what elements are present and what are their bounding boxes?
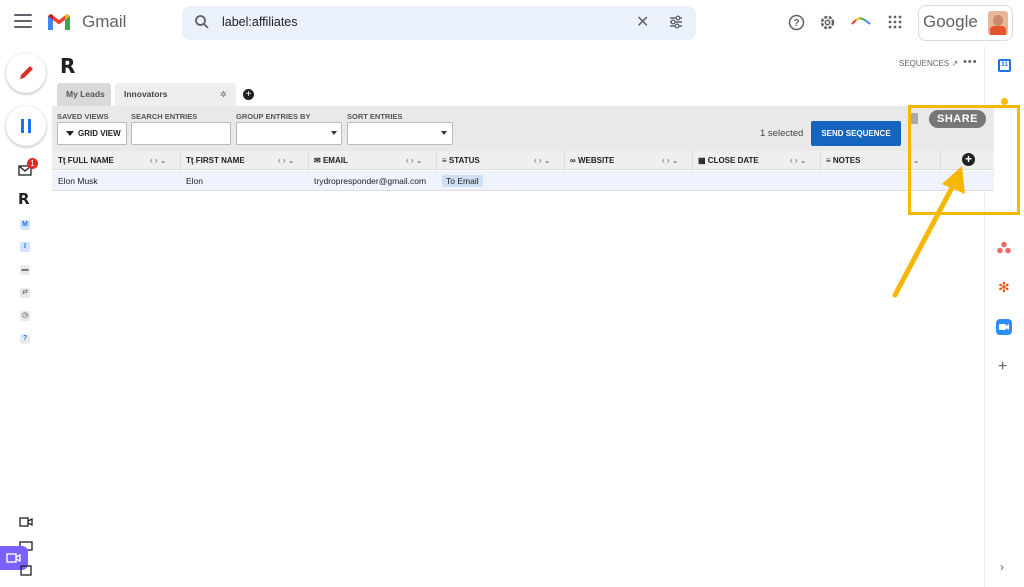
search-icon[interactable] <box>194 14 210 30</box>
sort-entries-label: SORT ENTRIES <box>347 112 403 121</box>
main-menu-icon[interactable] <box>14 14 32 28</box>
cell-full-name[interactable]: Elon Musk <box>52 171 180 191</box>
keep-icon[interactable] <box>1001 98 1008 105</box>
link-field-icon: ∞ <box>570 156 576 165</box>
column-label: NOTES <box>832 156 861 165</box>
pause-icon <box>21 119 31 133</box>
calendar-icon[interactable]: 31 <box>998 59 1011 72</box>
gear-icon[interactable] <box>819 14 836 31</box>
column-arrows-icon[interactable]: ‹ › ⌄ <box>790 151 806 170</box>
search-input[interactable]: label:affiliates <box>222 15 298 29</box>
caret-down-icon <box>441 131 447 135</box>
video-icon[interactable] <box>19 516 33 528</box>
sort-entries-select[interactable] <box>347 122 453 145</box>
column-arrows-icon[interactable]: ‹ › ⌄ <box>534 151 550 170</box>
zoom-camera-icon <box>999 324 1009 330</box>
google-wordmark: Google <box>923 12 978 31</box>
unread-badge: 1 <box>27 158 38 169</box>
clear-search-icon[interactable]: ✕ <box>636 12 649 32</box>
saved-views-label: SAVED VIEWS <box>57 112 109 121</box>
column-close-date[interactable]: ▦ CLOSE DATE ‹ › ⌄ <box>692 151 820 170</box>
pipeline-extension-icon[interactable] <box>851 16 871 26</box>
column-label: CLOSE DATE <box>707 156 759 165</box>
column-label: STATUS <box>448 156 480 165</box>
notes-field-icon: ≡ <box>826 156 831 165</box>
column-full-name[interactable]: Tţ FULL NAME ‹ › ⌄ <box>52 151 180 170</box>
text-field-icon: Tţ <box>186 156 194 165</box>
svg-text:?: ? <box>793 18 799 29</box>
column-label: EMAIL <box>322 156 348 165</box>
zapier-icon[interactable]: ✻ <box>998 280 1010 294</box>
caret-down-icon <box>331 131 337 135</box>
more-options-icon[interactable]: ••• <box>963 56 978 68</box>
group-entries-label: GROUP ENTRIES BY <box>236 112 311 121</box>
text-field-icon: Tţ <box>58 156 66 165</box>
tab-my-leads[interactable]: My Leads <box>57 83 111 106</box>
calendar-field-icon: ▦ <box>698 156 706 165</box>
sequences-link[interactable]: SEQUENCES ↗ <box>899 59 958 68</box>
chat-icon[interactable] <box>19 564 33 576</box>
column-arrows-icon[interactable]: ‹ › ⌄ <box>150 151 166 170</box>
avatar[interactable] <box>988 11 1008 35</box>
extension-brand-logo: R <box>60 54 76 78</box>
annotation-arrow-icon <box>892 166 965 298</box>
column-label: WEBSITE <box>577 156 615 165</box>
add-addon-icon[interactable]: + <box>998 359 1007 375</box>
add-tab-icon[interactable]: + <box>243 89 254 100</box>
column-arrows-icon[interactable]: ‹ › ⌄ <box>278 151 294 170</box>
m-label-icon[interactable]: M <box>20 220 30 230</box>
column-label: FIRST NAME <box>195 156 245 165</box>
column-label: FULL NAME <box>67 156 114 165</box>
compose-button[interactable] <box>6 53 46 93</box>
extension-logo-icon[interactable]: R <box>18 190 30 208</box>
email-field-icon: ✉ <box>314 156 321 165</box>
cell-website[interactable] <box>564 171 692 191</box>
column-first-name[interactable]: Tţ FIRST NAME ‹ › ⌄ <box>180 151 308 170</box>
caret-down-icon <box>66 131 74 136</box>
cell-close-date[interactable] <box>692 171 820 191</box>
apps-grid-icon[interactable] <box>888 15 902 29</box>
cell-status[interactable]: To Email <box>436 171 564 191</box>
help-circle-icon[interactable]: ? <box>20 334 30 344</box>
selected-count: 1 selected <box>760 128 804 139</box>
send-sequence-button[interactable]: SEND SEQUENCE <box>811 121 901 146</box>
column-arrows-icon[interactable]: ‹ › ⌄ <box>406 151 422 170</box>
tab-settings-icon[interactable]: ✲ <box>220 90 227 99</box>
zoom-icon[interactable] <box>996 319 1012 335</box>
search-entries-label: SEARCH ENTRIES <box>131 112 198 121</box>
expand-panel-icon[interactable]: › <box>1000 560 1004 574</box>
sync-icon[interactable]: ⇄ <box>20 288 30 298</box>
asana-icon[interactable] <box>997 241 1011 254</box>
search-entries-input[interactable] <box>131 122 231 145</box>
label-icon[interactable]: ▬ <box>20 265 30 275</box>
gmail-logo-icon[interactable] <box>46 12 72 32</box>
column-status[interactable]: ≡ STATUS ‹ › ⌄ <box>436 151 564 170</box>
clock-icon[interactable]: ◷ <box>20 311 30 321</box>
column-arrows-icon[interactable]: ‹ › ⌄ <box>662 151 678 170</box>
list-field-icon: ≡ <box>442 156 447 165</box>
pencil-icon <box>20 66 33 79</box>
status-badge: To Email <box>442 175 483 187</box>
i-label-icon[interactable]: I <box>20 242 30 252</box>
column-website[interactable]: ∞ WEBSITE ‹ › ⌄ <box>564 151 692 170</box>
group-entries-select[interactable] <box>236 122 342 145</box>
search-options-icon[interactable] <box>668 14 684 30</box>
tab-innovators[interactable]: Innovators <box>115 83 236 106</box>
pause-button[interactable] <box>6 106 46 146</box>
cell-first-name[interactable]: Elon <box>180 171 308 191</box>
cell-email[interactable]: trydropresponder@gmail.com <box>308 171 436 191</box>
app-name: Gmail <box>82 12 127 31</box>
column-email[interactable]: ✉ EMAIL ‹ › ⌄ <box>308 151 436 170</box>
help-icon[interactable]: ? <box>788 14 805 31</box>
